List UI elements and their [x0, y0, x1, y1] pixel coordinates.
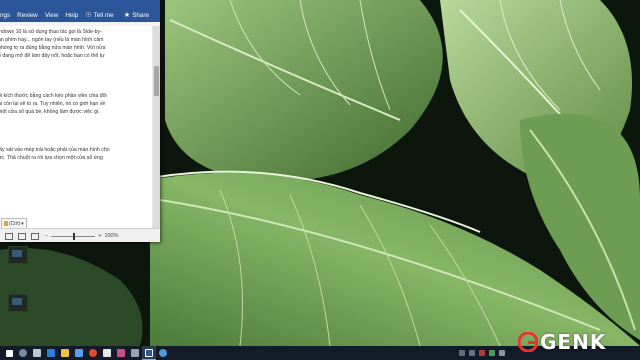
edge-icon: [47, 349, 55, 357]
scrollbar-thumb[interactable]: [154, 66, 159, 96]
print-layout-icon[interactable]: [18, 232, 26, 240]
doc-line: ổi kích thước bằng cách kéo phần viền ch…: [0, 93, 107, 99]
word-icon: [145, 348, 153, 357]
tab-help[interactable]: Help: [65, 12, 78, 19]
store-icon: [75, 349, 83, 357]
word-window: ngs Review View Help ☉ Tell me ★ Share in…: [0, 0, 160, 242]
photos-icon: [117, 349, 125, 357]
battery-icon[interactable]: [479, 350, 485, 356]
tab-review[interactable]: Review: [17, 12, 38, 19]
share-button[interactable]: ★ Share: [124, 11, 156, 19]
system-tray: [455, 346, 505, 360]
network-icon[interactable]: [459, 350, 465, 356]
volume-icon[interactable]: [469, 350, 475, 356]
zoom-level[interactable]: 100%: [104, 233, 118, 239]
taskbar-app[interactable]: [86, 346, 100, 360]
doc-line: ổ đang mở để làm đầy nốt, hoặc bạn có th…: [0, 53, 105, 59]
taskbar-app[interactable]: [44, 346, 58, 360]
lightbulb-icon: ☉: [85, 12, 92, 19]
start-icon: [5, 349, 13, 357]
paste-options-label: (Ctrl): [9, 220, 21, 227]
document-page[interactable]: indows 10 là sử dụng thao tác gọi là Sid…: [0, 26, 152, 228]
taskbar-app[interactable]: [58, 346, 72, 360]
cortana-icon: [159, 349, 167, 357]
taskbar-app-word[interactable]: [142, 346, 156, 360]
doc-line: phóng to ra đúng bằng nửa màn hình. Với …: [0, 45, 106, 51]
genk-text: GENK: [540, 330, 607, 354]
doc-line: ực. Thả chuột ra rồi lựa chọn một cửa sổ…: [0, 155, 103, 161]
genk-logo-icon: [518, 332, 538, 352]
doc-line: ài còn lại sẽ to ra. Tuy nhiên, nó có gi…: [0, 101, 106, 107]
tab-view[interactable]: View: [45, 12, 59, 19]
file-explorer-icon: [61, 349, 69, 357]
task-view-icon: [33, 349, 41, 357]
zoom-out-button[interactable]: −: [45, 233, 48, 239]
paste-options-button[interactable]: (Ctrl) ▾: [1, 218, 27, 228]
clipboard-icon: [4, 221, 8, 226]
chevron-down-icon: ▾: [21, 220, 24, 227]
tab-design[interactable]: ngs: [0, 12, 10, 19]
chrome-icon: [89, 349, 97, 357]
document-area: indows 10 là sử dụng thao tác gọi là Sid…: [0, 26, 160, 228]
antivirus-icon[interactable]: [489, 350, 495, 356]
taskbar-app[interactable]: [156, 346, 170, 360]
settings-icon: [131, 349, 139, 357]
web-layout-icon[interactable]: [31, 232, 39, 240]
share-label: Share: [132, 12, 149, 19]
share-icon: ★: [123, 12, 131, 19]
doc-line: indows 10 là sử dụng thao tác gọi là Sid…: [0, 29, 102, 35]
desktop-shortcut-icon[interactable]: [8, 294, 28, 312]
vertical-scrollbar[interactable]: [153, 26, 160, 228]
zoom-slider[interactable]: [51, 232, 96, 240]
taskbar-app[interactable]: [30, 346, 44, 360]
genk-watermark: GENK: [518, 330, 606, 354]
taskbar-search[interactable]: [16, 346, 30, 360]
start-button[interactable]: [2, 346, 16, 360]
doc-line: một cửa sổ quá bé, không làm được việc g…: [0, 109, 100, 115]
taskbar-app[interactable]: [72, 346, 86, 360]
doc-line: lấy sát vào mép trái hoặc phải của màn h…: [0, 147, 110, 153]
doc-line: ận phím hay... ngón tay (nếu là màn hình…: [0, 37, 104, 43]
mail-icon: [103, 349, 111, 357]
taskbar-app[interactable]: [114, 346, 128, 360]
read-mode-icon[interactable]: [5, 232, 13, 240]
ribbon-tabs: ngs Review View Help ☉ Tell me ★ Share: [0, 8, 160, 22]
zoom-in-button[interactable]: +: [98, 233, 101, 239]
zoom-slider-thumb[interactable]: [73, 232, 76, 240]
desktop-shortcut-icon[interactable]: [8, 246, 28, 264]
tell-me-search[interactable]: Tell me: [94, 12, 114, 19]
search-icon: [19, 349, 27, 357]
notification-icon[interactable]: [499, 350, 505, 356]
taskbar-app[interactable]: [100, 346, 114, 360]
title-bar[interactable]: [0, 0, 160, 8]
taskbar-app[interactable]: [128, 346, 142, 360]
status-bar: − + 100%: [0, 228, 160, 242]
